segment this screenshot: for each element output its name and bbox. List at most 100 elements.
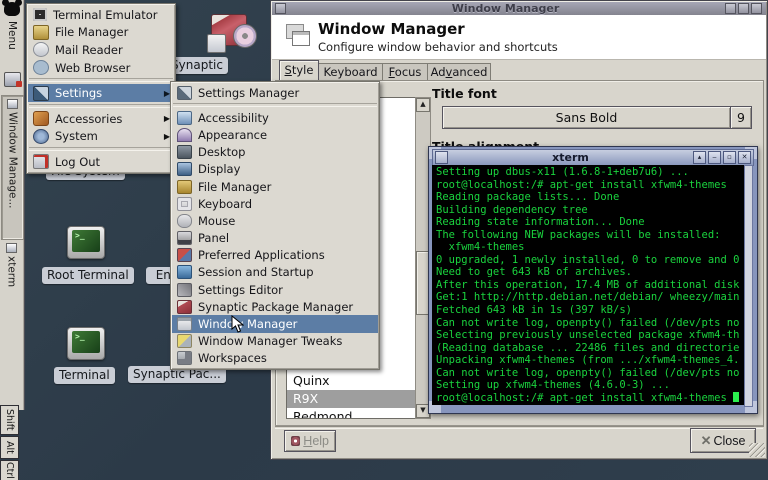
terminal-line: (Reading database ... 22486 files and di… xyxy=(436,342,744,355)
menu-item-terminal-emulator[interactable]: Terminal Emulator xyxy=(28,6,174,24)
root-terminal-icon[interactable] xyxy=(67,226,105,259)
font-size-button[interactable]: 9 xyxy=(730,106,752,129)
maximize-icon[interactable] xyxy=(738,3,749,14)
mouse-cursor xyxy=(231,315,244,333)
theme-list-item[interactable]: Redmond xyxy=(287,408,415,419)
terminal-icon-desktop[interactable] xyxy=(67,327,105,360)
tab-focus[interactable]: Focus xyxy=(382,63,428,80)
submenu-item-desktop[interactable]: Desktop xyxy=(172,144,378,161)
menu-item-mail-reader[interactable]: Mail Reader xyxy=(28,41,174,59)
submenu-item-window-manager-tweaks[interactable]: Window Manager Tweaks xyxy=(172,333,378,350)
xfce-menu-icon[interactable] xyxy=(4,2,20,16)
menu-item-web-browser[interactable]: Web Browser xyxy=(28,59,174,77)
tab-style[interactable]: Style xyxy=(279,60,319,80)
submenu-item-display[interactable]: Display xyxy=(172,161,378,178)
terminal-line: The following NEW packages will be insta… xyxy=(436,229,744,242)
launcher-icon[interactable] xyxy=(4,72,21,87)
window-manager-icon xyxy=(286,24,310,46)
terminal-line: After this operation, 17.4 MB of additio… xyxy=(436,279,744,292)
dialog-titlebar[interactable]: Window Manager xyxy=(272,2,766,15)
settings-editor-icon xyxy=(177,283,192,297)
settings-manager-icon xyxy=(177,86,192,100)
submenu-item-synaptic-package-manager[interactable]: Synaptic Package Manager xyxy=(172,298,378,315)
alt-key-button[interactable]: Alt xyxy=(0,436,19,459)
close-window-icon[interactable] xyxy=(751,3,762,14)
menu-item-file-manager[interactable]: File Manager xyxy=(28,24,174,42)
submenu-item-file-manager[interactable]: File Manager xyxy=(172,178,378,195)
settings-icon xyxy=(33,86,49,101)
close-button[interactable]: ✕ Close xyxy=(690,428,756,453)
submenu-item-preferred-applications[interactable]: Preferred Applications xyxy=(172,247,378,264)
menu-item-settings[interactable]: Settings ▶ xyxy=(28,84,174,102)
terminal-line: Get:1 http://http.debian.net/debian/ whe… xyxy=(436,291,744,304)
resize-grip[interactable] xyxy=(749,443,765,457)
minimize-icon[interactable] xyxy=(725,3,736,14)
settings-submenu: Settings Manager Accessibility Appearanc… xyxy=(170,81,380,370)
dialog-title: Window Manager xyxy=(287,2,724,15)
title-font-heading: Title font xyxy=(432,86,497,101)
applications-menu: Terminal Emulator File Manager Mail Read… xyxy=(26,3,176,174)
submenu-item-settings-editor[interactable]: Settings Editor xyxy=(172,281,378,298)
xterm-titlebar[interactable]: xterm ▴ ‒ ▫ ✕ xyxy=(432,149,754,166)
panel-menu-button[interactable]: Menu xyxy=(6,21,18,50)
theme-list-item-selected[interactable]: R9X xyxy=(287,390,415,408)
taskbar-item-xterm[interactable]: xterm xyxy=(1,240,22,335)
terminal-icon-label[interactable]: Terminal xyxy=(54,367,115,384)
taskbar-item-window-manager[interactable]: Window Manage... xyxy=(1,95,24,240)
terminal-line: Unpacking xfwm4-themes (from .../xfwm4-t… xyxy=(436,354,744,367)
menu-item-system[interactable]: System ▶ xyxy=(28,128,174,146)
close-icon[interactable]: ✕ xyxy=(738,151,751,164)
session-startup-icon xyxy=(177,265,192,279)
maximize-icon[interactable]: ▫ xyxy=(723,151,736,164)
minimize-icon[interactable]: ‒ xyxy=(708,151,721,164)
terminal-line: Need to get 643 kB of archives. xyxy=(436,266,744,279)
tab-advanced[interactable]: Advanced xyxy=(427,63,491,80)
root-terminal-icon-label[interactable]: Root Terminal xyxy=(42,267,134,284)
xterm-menu-icon[interactable] xyxy=(435,151,448,164)
terminal-line: Selecting previously unselected package … xyxy=(436,329,744,342)
submenu-item-panel[interactable]: Panel xyxy=(172,230,378,247)
ctrl-key-button[interactable]: Ctrl xyxy=(0,460,19,480)
accessories-icon xyxy=(33,111,49,126)
file-manager-icon xyxy=(177,180,192,194)
panel-icon xyxy=(177,231,192,245)
submenu-item-keyboard[interactable]: Keyboard xyxy=(172,195,378,212)
terminal-line: Can not write log, openpty() failed (/de… xyxy=(436,317,744,330)
submenu-item-accessibility[interactable]: Accessibility xyxy=(172,109,378,126)
xterm-scrollbar[interactable] xyxy=(744,165,753,407)
menu-separator xyxy=(29,104,173,108)
left-panel: Menu Window Manage... xterm xyxy=(0,0,25,410)
submenu-item-appearance[interactable]: Appearance xyxy=(172,126,378,143)
window-menu-icon[interactable] xyxy=(275,3,286,14)
submenu-item-window-manager[interactable]: Window Manager xyxy=(172,315,378,332)
help-button[interactable]: Help xyxy=(284,430,336,452)
terminal-line: root@localhost:/# apt-get install xfwm4-… xyxy=(436,179,744,192)
dialog-header: Window Manager Configure window behavior… xyxy=(272,15,766,60)
window-icon xyxy=(7,99,18,109)
submenu-item-workspaces[interactable]: Workspaces xyxy=(172,350,378,367)
submenu-item-settings-manager[interactable]: Settings Manager xyxy=(172,84,378,101)
scroll-up-icon[interactable]: ▲ xyxy=(416,98,430,112)
submenu-item-mouse[interactable]: Mouse xyxy=(172,212,378,229)
accessibility-icon xyxy=(177,111,192,125)
terminal-line: Setting up xfwm4-themes (4.6.0-3) ... xyxy=(436,379,744,392)
shade-icon[interactable]: ▴ xyxy=(693,151,706,164)
menu-item-log-out[interactable]: Log Out xyxy=(28,153,174,171)
menu-separator xyxy=(29,147,173,151)
terminal-line: xfwm4-themes xyxy=(436,241,744,254)
file-manager-icon xyxy=(33,25,49,40)
font-select-button[interactable]: Sans Bold xyxy=(442,106,731,129)
terminal-output[interactable]: Setting up dbus-x11 (1.6.8-1+deb7u6) ...… xyxy=(432,165,744,405)
submenu-item-session-and-startup[interactable]: Session and Startup xyxy=(172,264,378,281)
terminal-cursor xyxy=(733,392,739,402)
tab-keyboard[interactable]: Keyboard xyxy=(318,63,383,80)
synaptic-desktop-icon[interactable] xyxy=(207,12,257,54)
terminal-line: Setting up dbus-x11 (1.6.8-1+deb7u6) ... xyxy=(436,166,744,179)
xterm-window: xterm ▴ ‒ ▫ ✕ Setting up dbus-x11 (1.6.8… xyxy=(428,146,758,414)
menu-item-accessories[interactable]: Accessories ▶ xyxy=(28,110,174,128)
shift-key-button[interactable]: Shift xyxy=(0,405,19,435)
web-browser-icon xyxy=(33,60,49,75)
theme-list-item[interactable]: Quinx xyxy=(287,372,415,390)
desktop-icon xyxy=(177,145,192,159)
menu-separator xyxy=(173,103,377,107)
